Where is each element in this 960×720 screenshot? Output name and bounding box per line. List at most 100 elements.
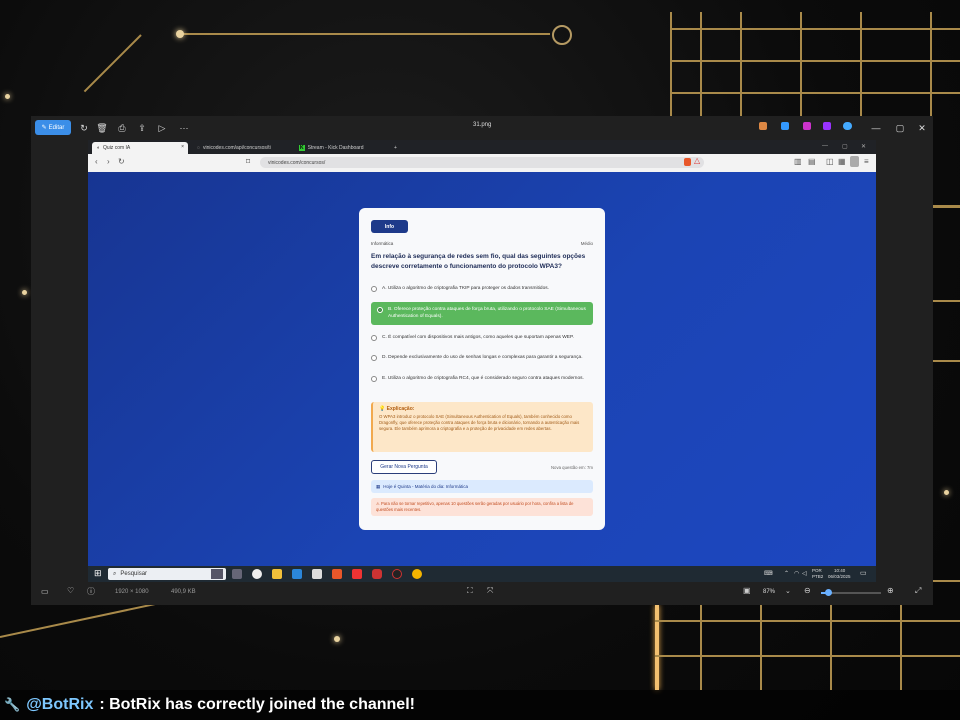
circuit-line <box>670 28 960 30</box>
onedrive-icon[interactable] <box>843 122 852 130</box>
close-tab-icon[interactable]: × <box>181 144 184 150</box>
tab-kick[interactable]: K Stream - Kick Dashboard <box>294 142 390 154</box>
edit-button[interactable]: ✎ Editar <box>35 120 71 135</box>
task-view-icon[interactable] <box>232 569 242 579</box>
slideshow-icon[interactable]: ▷ <box>155 120 169 136</box>
radio-checked-icon[interactable] <box>377 307 383 313</box>
zoom-in-icon[interactable]: ⊕ <box>887 586 894 595</box>
forward-icon[interactable]: › <box>107 157 110 166</box>
zoom-out-icon[interactable]: ⊖ <box>804 586 811 595</box>
circuit-line <box>655 655 960 657</box>
language-label[interactable]: POR <box>812 568 822 573</box>
split-icon[interactable]: ◫ <box>826 157 834 166</box>
radio-icon[interactable] <box>371 376 377 382</box>
app-icon-4[interactable] <box>823 122 831 130</box>
radio-icon[interactable] <box>371 286 377 292</box>
close-icon[interactable]: ✕ <box>915 120 929 136</box>
app-icon[interactable] <box>252 569 262 579</box>
fill-icon[interactable]: ▣ <box>743 586 751 595</box>
next-question-timer: Nova questão em: 7m <box>550 465 593 470</box>
new-tab-button[interactable]: + <box>394 142 404 154</box>
browser-window: ◐ Quiz com IA × ◌ vinicodes.com/api/conc… <box>88 140 876 566</box>
circuit-line <box>830 605 832 690</box>
volume-icon[interactable]: ◁ <box>802 570 807 577</box>
delete-icon[interactable]: 🗑 <box>95 120 109 136</box>
circuit-dot <box>334 636 340 642</box>
option-label: B. Oferece proteção contra ataques de fo… <box>388 307 586 319</box>
info-icon[interactable]: ⓘ <box>87 586 95 597</box>
favicon-icon: ◐ <box>97 145 101 151</box>
sidebar-icon[interactable]: ▥ <box>794 157 802 166</box>
app-circle-icon[interactable] <box>392 569 402 579</box>
gmail-icon[interactable] <box>372 569 382 579</box>
radio-icon[interactable] <box>371 355 377 361</box>
vscode-icon[interactable] <box>292 569 302 579</box>
alert-icon[interactable]: △ <box>694 156 700 165</box>
option-a[interactable]: A. Utiliza o algoritmo de criptografia T… <box>371 286 593 293</box>
option-c[interactable]: C. É compatível com dispositivos mais an… <box>371 335 593 342</box>
chevron-up-icon[interactable]: ⌃ <box>784 570 789 577</box>
new-question-button[interactable]: Gerar Nova Pergunta <box>371 460 437 474</box>
url-input[interactable]: vinicodes.com/concursos/ <box>260 157 704 168</box>
brave-shield-icon[interactable] <box>684 158 691 166</box>
actual-size-icon[interactable]: ⤧ <box>487 586 493 596</box>
bookmark-icon[interactable]: ⌑ <box>246 157 250 166</box>
tab-api[interactable]: ◌ vinicodes.com/api/concursos/ti <box>192 142 290 154</box>
circuit-line <box>933 360 960 362</box>
app-icon-1[interactable] <box>759 122 767 130</box>
tab-quiz[interactable]: ◐ Quiz com IA × <box>92 142 188 154</box>
notification-icon[interactable]: ▭ <box>860 569 867 577</box>
option-d[interactable]: D. Depende exclusivamente do uso de senh… <box>371 355 593 362</box>
profile-icon[interactable] <box>850 156 859 167</box>
today-info: ▦ Hoje é Quinta - Matéria do dia: Inform… <box>371 480 593 493</box>
maximize-icon[interactable]: ▢ <box>893 120 907 136</box>
back-icon[interactable]: ‹ <box>95 157 98 166</box>
minimize-icon[interactable]: — <box>822 143 828 149</box>
zoom-slider-thumb[interactable] <box>825 589 832 596</box>
chevron-down-icon[interactable]: ⌄ <box>785 587 791 595</box>
print-icon[interactable]: ⎙ <box>115 120 129 136</box>
clock-time[interactable]: 10:40 <box>834 568 845 573</box>
explanation-text: O WPA3 introduz o protocolo SAE (Simulta… <box>379 414 580 431</box>
circuit-line <box>180 33 550 35</box>
file-explorer-icon[interactable] <box>272 569 282 579</box>
more-icon[interactable]: ··· <box>177 120 191 136</box>
reload-icon[interactable]: ↻ <box>118 157 125 166</box>
favorite-icon[interactable]: ♡ <box>67 586 74 595</box>
wallet-icon[interactable]: ▤ <box>808 157 816 166</box>
search-highlight-icon <box>211 569 223 579</box>
app-red-icon[interactable] <box>352 569 362 579</box>
store-icon[interactable] <box>312 569 322 579</box>
rotate-icon[interactable]: ↻ <box>77 120 91 136</box>
maximize-icon[interactable]: ▢ <box>842 143 848 150</box>
radio-icon[interactable] <box>371 335 377 341</box>
chrome-icon[interactable] <box>412 569 422 579</box>
option-label: D. Depende exclusivamente do uso de senh… <box>382 355 583 360</box>
filmstrip-icon[interactable]: ▭ <box>41 587 49 596</box>
browser-tabbar: ◐ Quiz com IA × ◌ vinicodes.com/api/conc… <box>88 140 876 154</box>
tab-label: Stream - Kick Dashboard <box>307 145 364 151</box>
quiz-card: Info Informática Médio Em relação à segu… <box>359 208 605 530</box>
extensions-icon[interactable]: ▦ <box>838 157 846 166</box>
language-label-2[interactable]: PTB2 <box>812 574 823 579</box>
option-b[interactable]: B. Oferece proteção contra ataques de fo… <box>371 302 593 325</box>
wifi-icon[interactable]: ◠ <box>794 570 799 577</box>
clock-date[interactable]: 06/03/2025 <box>828 574 851 579</box>
app-icon-3[interactable] <box>803 122 811 130</box>
taskbar-search[interactable]: ⌕ Pesquisar <box>108 568 226 580</box>
option-e[interactable]: E. Utiliza o algoritmo de criptografia R… <box>371 376 593 383</box>
fit-icon[interactable]: ⛶ <box>467 586 473 596</box>
app-icon-2[interactable] <box>781 122 789 130</box>
close-icon[interactable]: ✕ <box>861 143 866 150</box>
circuit-ring <box>552 25 572 45</box>
menu-icon[interactable]: ≡ <box>864 157 869 166</box>
windows-start-icon[interactable]: ⊞ <box>94 569 103 578</box>
image-dimensions: 1920 × 1080 <box>115 589 149 595</box>
zoom-level[interactable]: 87% <box>763 589 775 595</box>
minimize-icon[interactable]: — <box>869 120 883 136</box>
brave-icon[interactable] <box>332 569 342 579</box>
share-icon[interactable]: ⇪ <box>135 120 149 136</box>
question-text: Em relação à segurança de redes sem fio,… <box>371 253 586 270</box>
keyboard-icon[interactable]: ⌨ <box>764 570 773 577</box>
fullscreen-icon[interactable]: ⤢ <box>915 586 921 596</box>
